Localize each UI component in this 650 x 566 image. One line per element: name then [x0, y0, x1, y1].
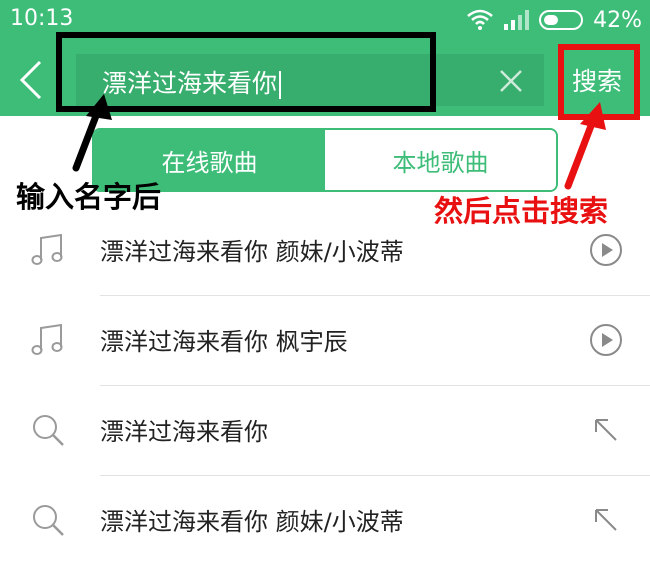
fill-arrow-icon[interactable]	[588, 412, 624, 448]
play-icon[interactable]	[588, 322, 624, 358]
fill-arrow-icon[interactable]	[588, 502, 624, 538]
status-time: 10:13	[10, 6, 74, 31]
list-item[interactable]: 漂洋过海来看你	[0, 386, 650, 476]
list-item-text: 漂洋过海来看你	[100, 418, 268, 446]
annotation-box-search-field	[56, 32, 436, 112]
list-item-text: 漂洋过海来看你 颜妹/小波蒂	[100, 508, 404, 536]
list-item[interactable]: 漂洋过海来看你 颜妹/小波蒂	[0, 206, 650, 296]
battery-icon	[539, 10, 584, 30]
tab-bar: 在线歌曲 本地歌曲	[92, 128, 558, 192]
list-item[interactable]: 漂洋过海来看你 枫宇辰	[0, 296, 650, 386]
search-icon	[33, 505, 64, 536]
play-icon[interactable]	[588, 232, 624, 268]
list-item-text: 漂洋过海来看你 颜妹/小波蒂	[100, 238, 404, 266]
list-item-text: 漂洋过海来看你 枫宇辰	[100, 328, 348, 356]
tab-local-songs[interactable]: 本地歌曲	[325, 130, 556, 190]
music-note-icon	[31, 323, 63, 355]
wifi-icon	[467, 9, 493, 30]
list-item[interactable]: 漂洋过海来看你 颜妹/小波蒂	[0, 476, 650, 566]
battery-percent: 42%	[593, 7, 642, 33]
annotation-box-search-button	[558, 44, 640, 120]
music-note-icon	[31, 233, 63, 265]
close-icon[interactable]	[498, 68, 524, 94]
signal-icon	[504, 10, 530, 30]
search-icon	[33, 415, 64, 446]
back-arrow-icon[interactable]	[18, 60, 44, 100]
status-icons: 42%	[467, 6, 642, 34]
